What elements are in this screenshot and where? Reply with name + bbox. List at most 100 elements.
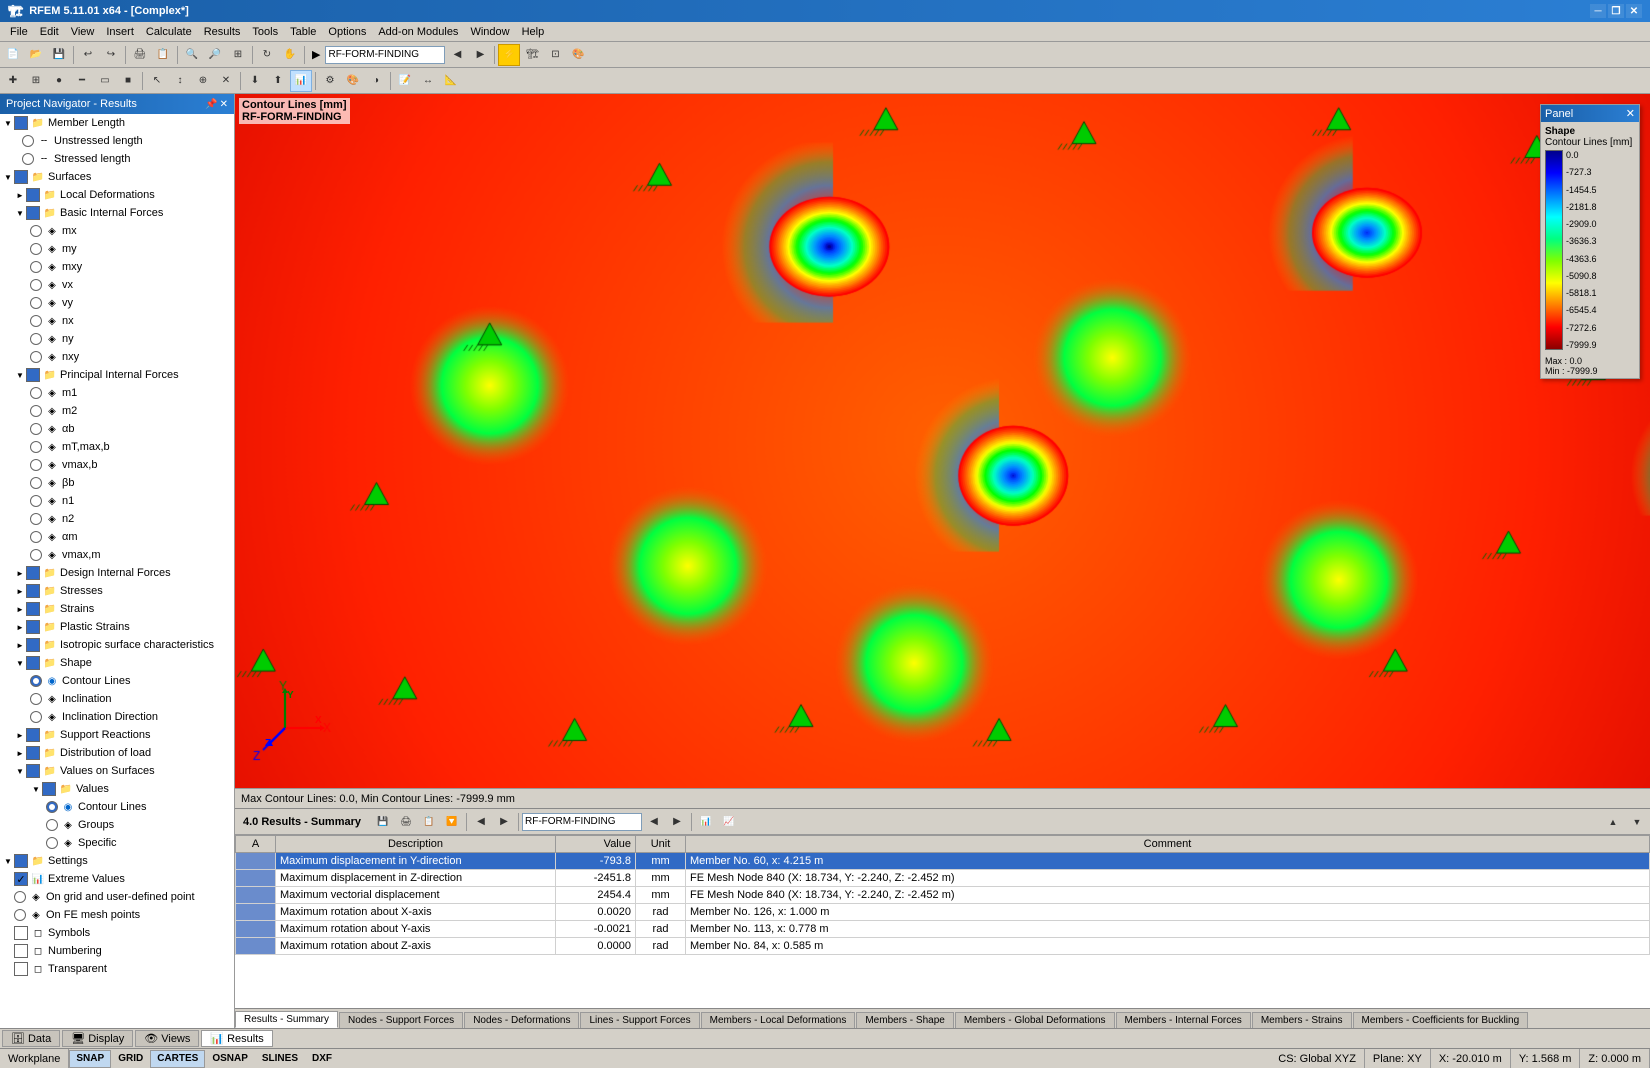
table-row[interactable]: Maximum rotation about Z-axis 0.0000 rad… (236, 938, 1650, 955)
next-case-btn[interactable]: ▶ (469, 44, 491, 66)
close-button[interactable]: ✕ (1626, 4, 1642, 18)
menu-item-calculate[interactable]: Calculate (140, 24, 198, 40)
view3d-btn[interactable]: 🏗 (521, 44, 543, 66)
tree-checkbox-dl[interactable] (26, 746, 40, 760)
analysis-input[interactable] (325, 46, 445, 64)
tree-item-contour-lines2[interactable]: ◉ Contour Lines (0, 798, 234, 816)
tree-item-am[interactable]: ◈ αm (0, 528, 234, 546)
res-copy-btn[interactable]: 📋 (418, 811, 440, 833)
results-tab-2[interactable]: Nodes - Deformations (464, 1012, 579, 1028)
tree-radio[interactable] (22, 153, 34, 165)
mesh-canvas[interactable] (235, 94, 1650, 788)
expand-arrow-dl[interactable]: ► (14, 749, 26, 758)
tree-checkbox-symbols[interactable] (14, 926, 28, 940)
tree-checkbox-numbering[interactable] (14, 944, 28, 958)
tree-item-shape[interactable]: ▼ 📁 Shape (0, 654, 234, 672)
select-btn[interactable]: ↖ (146, 70, 168, 92)
expand-arrow-pif[interactable]: ▼ (14, 371, 26, 380)
tree-radio-n1[interactable] (30, 495, 42, 507)
tree-checkbox-dif[interactable] (26, 566, 40, 580)
table-row[interactable]: Maximum rotation about Y-axis -0.0021 ra… (236, 921, 1650, 938)
bottom-tab-data[interactable]: 🗄Data (2, 1030, 60, 1047)
dimension-btn[interactable]: ↔ (417, 70, 439, 92)
tree-radio-mxy[interactable] (30, 261, 42, 273)
tree-radio-groups[interactable] (46, 819, 58, 831)
fit-btn[interactable]: ⊞ (227, 44, 249, 66)
tree-item-isotropic[interactable]: ► 📁 Isotropic surface characteristics (0, 636, 234, 654)
menu-item-table[interactable]: Table (284, 24, 322, 40)
menu-item-tools[interactable]: Tools (246, 24, 284, 40)
tree-checkbox-vs[interactable] (26, 764, 40, 778)
expand-arrow-sr[interactable]: ► (14, 731, 26, 740)
pan-btn[interactable]: ✋ (279, 44, 301, 66)
redo-btn[interactable]: ↪ (100, 44, 122, 66)
res-save-btn[interactable]: 💾 (372, 811, 394, 833)
tree-item-plastic-strains[interactable]: ► 📁 Plastic Strains (0, 618, 234, 636)
results-tab-5[interactable]: Members - Shape (856, 1012, 953, 1028)
expand-arrow-shape[interactable]: ▼ (14, 659, 26, 668)
tree-item-values[interactable]: ▼ 📁 Values (0, 780, 234, 798)
print-btn[interactable]: 🖨 (129, 44, 151, 66)
tree-radio-m2[interactable] (30, 405, 42, 417)
expand-arrow-vs[interactable]: ▼ (14, 767, 26, 776)
tree-item-support-react[interactable]: ► 📁 Support Reactions (0, 726, 234, 744)
results-tab-8[interactable]: Members - Strains (1252, 1012, 1352, 1028)
tree-item-design-if[interactable]: ► 📁 Design Internal Forces (0, 564, 234, 582)
tree-item-my[interactable]: ◈ my (0, 240, 234, 258)
res-excel-btn[interactable]: 📊 (695, 811, 717, 833)
res-next-btn[interactable]: ▶ (493, 811, 515, 833)
table-row[interactable]: Maximum rotation about X-axis 0.0020 rad… (236, 904, 1650, 921)
res-filter-btn[interactable]: 🔽 (441, 811, 463, 833)
res-nav-next-btn[interactable]: ▶ (666, 811, 688, 833)
results-tab-0[interactable]: Results - Summary (235, 1011, 338, 1028)
tree-checkbox-strains[interactable] (26, 602, 40, 616)
res-scrollup-btn[interactable]: ▲ (1602, 811, 1624, 833)
menu-item-addons[interactable]: Add-on Modules (372, 24, 464, 40)
tree-radio-n2[interactable] (30, 513, 42, 525)
tree-item-vmaxb[interactable]: ◈ vmax,b (0, 456, 234, 474)
tree-radio-cl2[interactable] (46, 801, 58, 813)
render-btn[interactable]: 🎨 (567, 44, 589, 66)
tree-item-member-length[interactable]: ▼ 📁 Member Length (0, 114, 234, 132)
viewport-3d[interactable]: Contour Lines [mm] RF-FORM-FINDING X Y (235, 94, 1650, 788)
expand-arrow-ldef[interactable]: ► (14, 191, 26, 200)
pn-pin-btn[interactable]: 📌 (205, 99, 217, 110)
tree-radio-m1[interactable] (30, 387, 42, 399)
tree-item-surfaces[interactable]: ▼ 📁 Surfaces (0, 168, 234, 186)
res-prev-btn[interactable]: ◀ (470, 811, 492, 833)
table-row[interactable]: Maximum vectorial displacement 2454.4 mm… (236, 887, 1650, 904)
tree-item-vmaxm[interactable]: ◈ vmax,m (0, 546, 234, 564)
tree-checkbox-surfaces[interactable] (14, 170, 28, 184)
pn-close-btn[interactable]: ✕ (220, 99, 228, 110)
tree-item-groups[interactable]: ◈ Groups (0, 816, 234, 834)
results-tab-9[interactable]: Members - Coefficients for Buckling (1353, 1012, 1529, 1028)
zoom-out-btn[interactable]: 🔎 (204, 44, 226, 66)
tree-item-symbols[interactable]: ◻ Symbols (0, 924, 234, 942)
tree-checkbox-ldef[interactable] (26, 188, 40, 202)
move-btn[interactable]: ↕ (169, 70, 191, 92)
tree-checkbox-settings[interactable] (14, 854, 28, 868)
tree-item-ab[interactable]: ◈ αb (0, 420, 234, 438)
tree-radio-betab[interactable] (30, 477, 42, 489)
copy-btn[interactable]: 📋 (152, 44, 174, 66)
res-scrolldown-btn[interactable]: ▼ (1626, 811, 1648, 833)
tree-item-ny[interactable]: ◈ ny (0, 330, 234, 348)
expand-arrow-pstrains[interactable]: ► (14, 623, 26, 632)
tree-radio[interactable] (22, 135, 34, 147)
expand-arrow-stress[interactable]: ► (14, 587, 26, 596)
bottom-tab-display[interactable]: 🖥Display (62, 1030, 133, 1047)
expand-arrow-dif[interactable]: ► (14, 569, 26, 578)
zoom-in-btn[interactable]: 🔍 (181, 44, 203, 66)
tree-radio-mtmaxb[interactable] (30, 441, 42, 453)
tree-radio-am[interactable] (30, 531, 42, 543)
expand-arrow-strains[interactable]: ► (14, 605, 26, 614)
tree-item-numbering[interactable]: ◻ Numbering (0, 942, 234, 960)
tree-checkbox-pif[interactable] (26, 368, 40, 382)
tree-item-vx[interactable]: ◈ vx (0, 276, 234, 294)
open-btn[interactable]: 📂 (25, 44, 47, 66)
dxf-toggle[interactable]: DXF (305, 1050, 339, 1068)
solid-btn[interactable]: ■ (117, 70, 139, 92)
show-results-btn[interactable]: 📊 (290, 70, 312, 92)
tree-radio-incldir[interactable] (30, 711, 42, 723)
tree-item-mtmaxb[interactable]: ◈ mT,max,b (0, 438, 234, 456)
